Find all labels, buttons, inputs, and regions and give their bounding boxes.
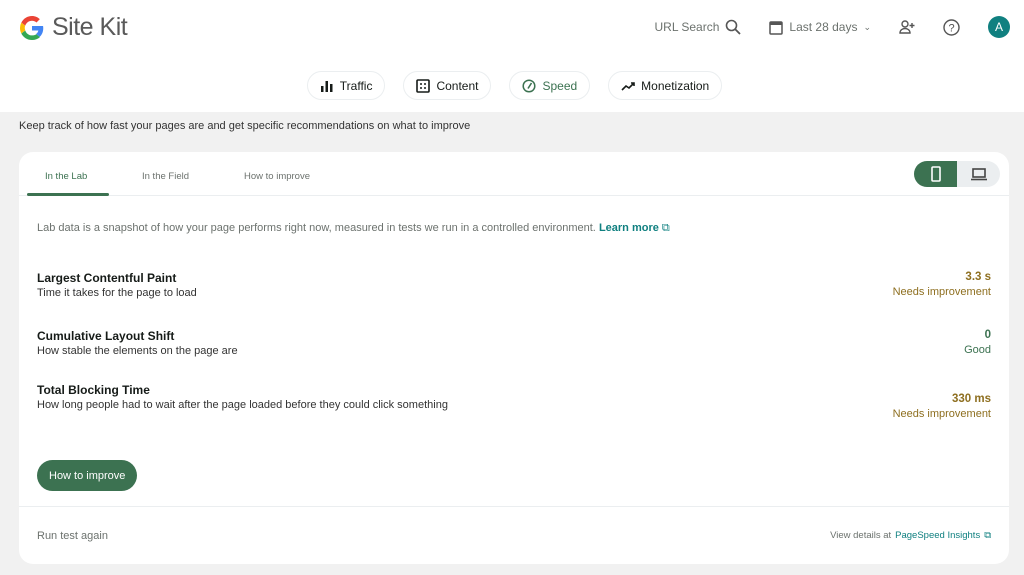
desktop-toggle[interactable] <box>957 161 1000 187</box>
nav-chip-traffic[interactable]: Traffic <box>306 71 386 100</box>
svg-text:?: ? <box>948 22 954 34</box>
chevron-down-icon: ⌄ <box>863 21 871 32</box>
laptop-icon <box>970 167 987 180</box>
tab-how-to-improve[interactable]: How to improve <box>244 171 310 182</box>
pagespeed-insights-link[interactable]: View details at PageSpeed Insights ⧉ <box>830 530 991 541</box>
metric-status: Good <box>964 344 991 356</box>
trending-up-icon <box>621 81 635 91</box>
psi-link-label: PageSpeed Insights <box>895 530 981 541</box>
mobile-icon <box>930 166 941 182</box>
dashboard-nav: Traffic Content Speed Monetization <box>0 71 1024 100</box>
bar-chart-icon <box>320 80 333 92</box>
google-g-icon <box>20 15 44 40</box>
search-icon <box>726 19 742 35</box>
external-link-icon: ⧉ <box>984 530 991 541</box>
card-footer: Run test again View details at PageSpeed… <box>19 506 1009 564</box>
metric-value: 330 ms <box>951 393 991 405</box>
tab-in-the-field[interactable]: In the Field <box>142 171 189 182</box>
section-subtitle: Keep track of how fast your pages are an… <box>19 120 471 132</box>
active-tab-indicator <box>27 193 109 196</box>
content-icon <box>416 78 431 93</box>
metric-desc: Time it takes for the page to load <box>37 287 197 299</box>
header: Site Kit URL Search Last 28 days ⌄ ? A T… <box>0 0 1024 112</box>
metric-value: 0 <box>984 329 991 341</box>
device-toggle <box>914 161 1000 187</box>
tab-bar: In the Lab In the Field How to improve <box>19 152 1009 196</box>
run-test-again-link[interactable]: Run test again <box>37 530 108 542</box>
chip-label: Content <box>436 78 479 93</box>
nav-chip-content[interactable]: Content <box>403 71 492 100</box>
chip-label: Monetization <box>641 78 710 93</box>
view-details-label: View details at <box>830 530 892 541</box>
user-add-icon <box>899 20 915 34</box>
metric-value: 3.3 s <box>965 271 991 283</box>
nav-chip-monetization[interactable]: Monetization <box>608 71 723 100</box>
learn-more-link[interactable]: Learn more ⧉ <box>599 222 670 234</box>
date-range-label: Last 28 days <box>789 20 858 34</box>
chip-label: Speed <box>542 78 578 93</box>
avatar[interactable]: A <box>988 16 1010 38</box>
metric-status: Needs improvement <box>892 408 991 420</box>
learn-more-label: Learn more <box>598 222 659 234</box>
lab-intro: Lab data is a snapshot of how your page … <box>37 222 670 235</box>
nav-chip-speed[interactable]: Speed <box>509 71 591 100</box>
date-range-selector[interactable]: Last 28 days ⌄ <box>769 20 871 35</box>
metric-name: Cumulative Layout Shift <box>37 329 175 343</box>
tab-in-the-lab[interactable]: In the Lab <box>45 171 87 182</box>
url-search-label: URL Search <box>654 20 720 34</box>
help-icon: ? <box>943 18 960 36</box>
metric-tbt: Total Blocking Time How long people had … <box>37 383 991 420</box>
help-button[interactable]: ? <box>943 18 960 36</box>
metric-lcp: Largest Contentful Paint Time it takes f… <box>37 271 991 299</box>
site-kit-logo[interactable]: Site Kit <box>20 13 128 42</box>
intro-text: Lab data is a snapshot of how your page … <box>37 222 596 234</box>
url-search-button[interactable]: URL Search <box>654 19 742 35</box>
metric-cls: Cumulative Layout Shift How stable the e… <box>37 329 991 357</box>
metric-desc: How long people had to wait after the pa… <box>37 399 448 411</box>
app-name: Site Kit <box>52 13 128 41</box>
speedometer-icon <box>522 78 537 93</box>
metric-desc: How stable the elements on the page are <box>37 345 238 357</box>
manage-sharing-button[interactable] <box>899 19 915 35</box>
how-to-improve-button[interactable]: How to improve <box>37 460 138 491</box>
metric-name: Largest Contentful Paint <box>37 271 177 285</box>
chip-label: Traffic <box>339 78 373 93</box>
metric-name: Total Blocking Time <box>37 383 150 397</box>
mobile-toggle[interactable] <box>914 161 957 187</box>
external-link-icon: ⧉ <box>661 222 670 234</box>
calendar-icon <box>769 20 784 35</box>
speed-card: In the Lab In the Field How to improve L… <box>19 152 1009 564</box>
metric-status: Needs improvement <box>892 286 991 298</box>
